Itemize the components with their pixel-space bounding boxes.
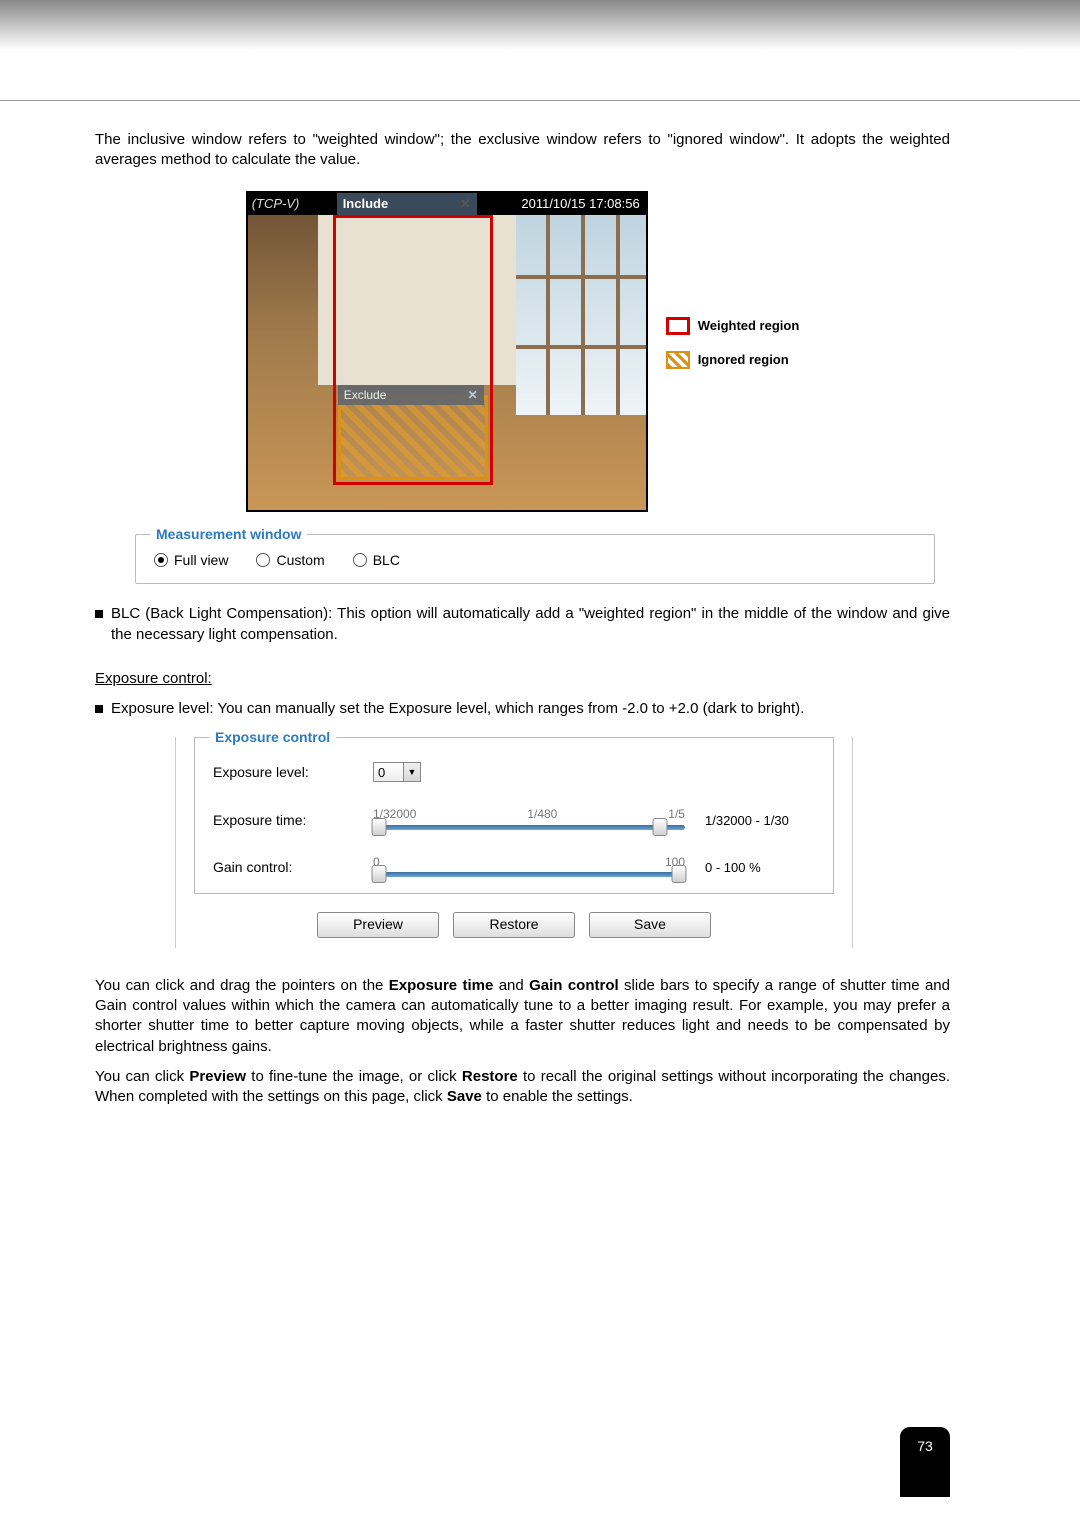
radio-custom[interactable]: Custom: [256, 551, 324, 570]
exposure-panel-title: Exposure control: [209, 728, 336, 747]
exposure-time-slider[interactable]: [373, 825, 685, 830]
header-rule: [0, 100, 1080, 101]
chevron-down-icon: ▼: [403, 763, 420, 781]
close-icon[interactable]: ✕: [460, 195, 471, 213]
ignored-swatch: [666, 351, 690, 369]
gain-control-slider[interactable]: [373, 872, 685, 877]
slider-handle-min[interactable]: [372, 818, 387, 836]
buttons-explain-paragraph: You can click Preview to fine-tune the i…: [95, 1067, 950, 1108]
page-number: 73: [900, 1427, 950, 1497]
legend: Weighted region Ignored region: [666, 317, 800, 385]
preview-button[interactable]: Preview: [317, 912, 439, 938]
close-icon[interactable]: ✕: [468, 387, 478, 403]
measurement-window-fieldset: Measurement window Full view Custom BLC: [135, 534, 935, 585]
camera-image: Exclude ✕: [248, 215, 646, 510]
header-gradient: [0, 0, 1080, 50]
exclude-label: Exclude: [344, 387, 387, 403]
radio-custom-label: Custom: [276, 551, 324, 570]
slider-handle-max[interactable]: [653, 818, 668, 836]
weighted-swatch: [666, 317, 690, 335]
radio-blc-label: BLC: [373, 551, 400, 570]
save-button[interactable]: Save: [589, 912, 711, 938]
intro-paragraph: The inclusive window refers to "weighted…: [95, 130, 950, 171]
exposure-control-panel: Exposure control Exposure level: 0 ▼ Exp…: [175, 737, 853, 947]
exclude-window-tab[interactable]: Exclude ✕: [338, 385, 484, 405]
exposure-time-range: 1/32000 - 1/30: [685, 812, 815, 830]
gain-range: 0 - 100 %: [685, 859, 815, 877]
slider-explain-paragraph: You can click and drag the pointers on t…: [95, 976, 950, 1057]
blc-bullet: BLC (Back Light Compensation): This opti…: [95, 604, 950, 645]
camera-preview: (TCP-V) Include ✕ 2011/10/15 17:08:56: [246, 191, 648, 512]
exposure-level-label: Exposure level:: [213, 763, 373, 782]
radio-full-view[interactable]: Full view: [154, 551, 228, 570]
legend-ignored-label: Ignored region: [698, 351, 789, 369]
exposure-level-select[interactable]: 0 ▼: [373, 762, 421, 782]
slider-handle-max[interactable]: [671, 865, 686, 883]
camera-timestamp: 2011/10/15 17:08:56: [521, 195, 645, 213]
exposure-time-mid: 1/480: [527, 806, 557, 822]
legend-weighted-label: Weighted region: [698, 317, 800, 335]
gain-control-label: Gain control:: [213, 858, 373, 877]
exposure-level-bullet: Exposure level: You can manually set the…: [95, 699, 950, 719]
include-label: Include: [343, 195, 389, 213]
camera-connection-label: (TCP-V): [248, 195, 337, 213]
exposure-time-max: 1/5: [668, 806, 685, 822]
restore-button[interactable]: Restore: [453, 912, 575, 938]
ignored-region-box[interactable]: [338, 395, 488, 480]
include-window-tab[interactable]: Include ✕: [337, 193, 477, 215]
radio-full-view-label: Full view: [174, 551, 228, 570]
radio-blc[interactable]: BLC: [353, 551, 400, 570]
slider-handle-min[interactable]: [372, 865, 387, 883]
exposure-control-heading: Exposure control:: [95, 669, 950, 689]
measurement-window-title: Measurement window: [150, 525, 307, 544]
exposure-time-label: Exposure time:: [213, 811, 373, 830]
